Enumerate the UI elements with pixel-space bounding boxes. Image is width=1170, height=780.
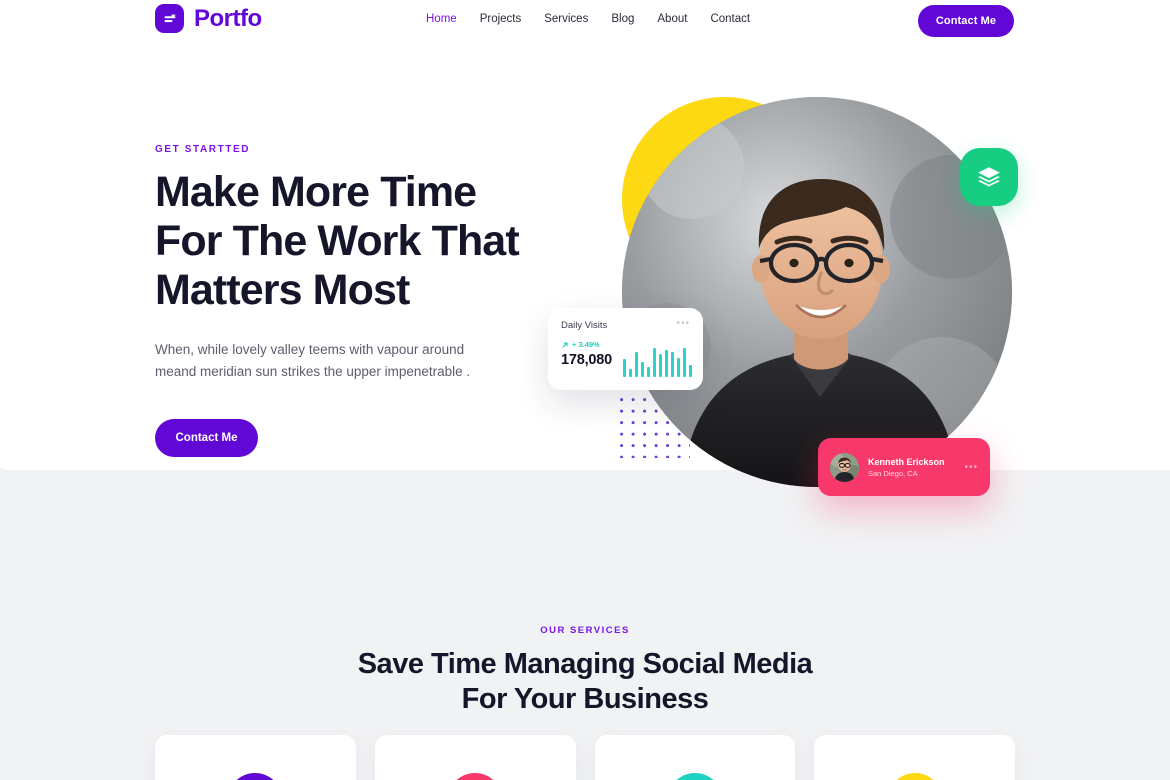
nav-item-contact[interactable]: Contact	[710, 13, 750, 25]
bar	[635, 352, 638, 377]
services-eyebrow: OUR SERVICES	[540, 625, 630, 636]
bar	[659, 354, 662, 377]
hero-description: When, while lovely valley teems with vap…	[155, 342, 471, 379]
bar	[629, 369, 632, 377]
main-nav: Home Projects Services Blog About Contac…	[426, 13, 750, 25]
bar	[677, 357, 680, 377]
service-icon-circle	[227, 773, 284, 780]
services-title-line-1: Save Time Managing Social Media	[357, 648, 813, 680]
portfo-mark-icon	[155, 4, 184, 33]
bar	[647, 366, 650, 377]
person-card[interactable]: Kenneth Erickson San Diego, CA •••	[818, 438, 990, 496]
services-card-row	[155, 735, 1015, 780]
daily-visits-header: Daily Visits •••	[561, 319, 690, 332]
avatar	[830, 452, 859, 482]
nav-item-projects[interactable]: Projects	[480, 13, 522, 25]
service-icon-circle	[447, 773, 504, 780]
nav-item-home[interactable]: Home	[426, 13, 457, 25]
person-meta: Kenneth Erickson San Diego, CA	[868, 457, 955, 478]
logo-text: Portfo	[194, 4, 262, 32]
layers-stack-icon	[960, 148, 1018, 206]
bar	[665, 349, 668, 377]
hero-visual: Daily Visits ••• + 3.49% 178,080 Kenneth…	[548, 80, 1170, 520]
bar	[671, 352, 674, 377]
hero-title-line-2: For The Work That	[155, 217, 520, 265]
daily-visits-delta-value: + 3.49%	[572, 340, 600, 349]
ellipsis-icon[interactable]: •••	[676, 319, 690, 329]
ellipsis-icon[interactable]: •••	[964, 462, 978, 473]
services-title-line-2: For Your Business	[461, 683, 709, 716]
service-icon-circle	[666, 773, 723, 780]
bar	[689, 364, 692, 377]
hero-title-line-3: Matters Most	[155, 266, 410, 314]
hero-title-line-1: Make More Time	[155, 168, 477, 216]
hero-copy: GET STARTTED Make More Time For The Work…	[155, 144, 555, 457]
hero-contact-button[interactable]: Contact Me	[155, 418, 258, 457]
service-card[interactable]	[594, 735, 796, 780]
hero-portrait-photo	[622, 97, 1012, 487]
daily-visits-card[interactable]: Daily Visits ••• + 3.49% 178,080	[548, 308, 703, 390]
daily-visits-title: Daily Visits	[561, 320, 608, 331]
landing-page: Portfo Home Projects Services Blog About…	[0, 0, 1170, 780]
header-contact-button[interactable]: Contact Me	[918, 5, 1014, 37]
service-card[interactable]	[814, 735, 1015, 780]
arrow-up-right-icon	[562, 341, 568, 348]
service-card[interactable]	[155, 735, 356, 780]
site-header: Portfo Home Projects Services Blog About…	[0, 0, 1170, 42]
nav-item-services[interactable]: Services	[544, 13, 588, 25]
service-card[interactable]	[374, 735, 576, 780]
services-section: OUR SERVICES Save Time Managing Social M…	[0, 625, 1170, 780]
page-title: Make More Time For The Work That Matters…	[155, 171, 555, 312]
logo[interactable]: Portfo	[155, 4, 262, 33]
nav-item-blog[interactable]: Blog	[611, 13, 634, 25]
daily-visits-bar-chart	[623, 343, 692, 377]
bar	[683, 347, 686, 377]
bar	[623, 358, 626, 377]
bar	[653, 347, 656, 377]
hero-eyebrow: GET STARTTED	[155, 144, 251, 155]
person-name: Kenneth Erickson	[868, 456, 945, 467]
service-icon-circle	[886, 773, 943, 780]
person-location: San Diego, CA	[868, 468, 918, 478]
bar	[641, 362, 644, 377]
services-title: Save Time Managing Social Media For Your…	[0, 647, 1170, 718]
nav-item-about[interactable]: About	[657, 13, 687, 25]
